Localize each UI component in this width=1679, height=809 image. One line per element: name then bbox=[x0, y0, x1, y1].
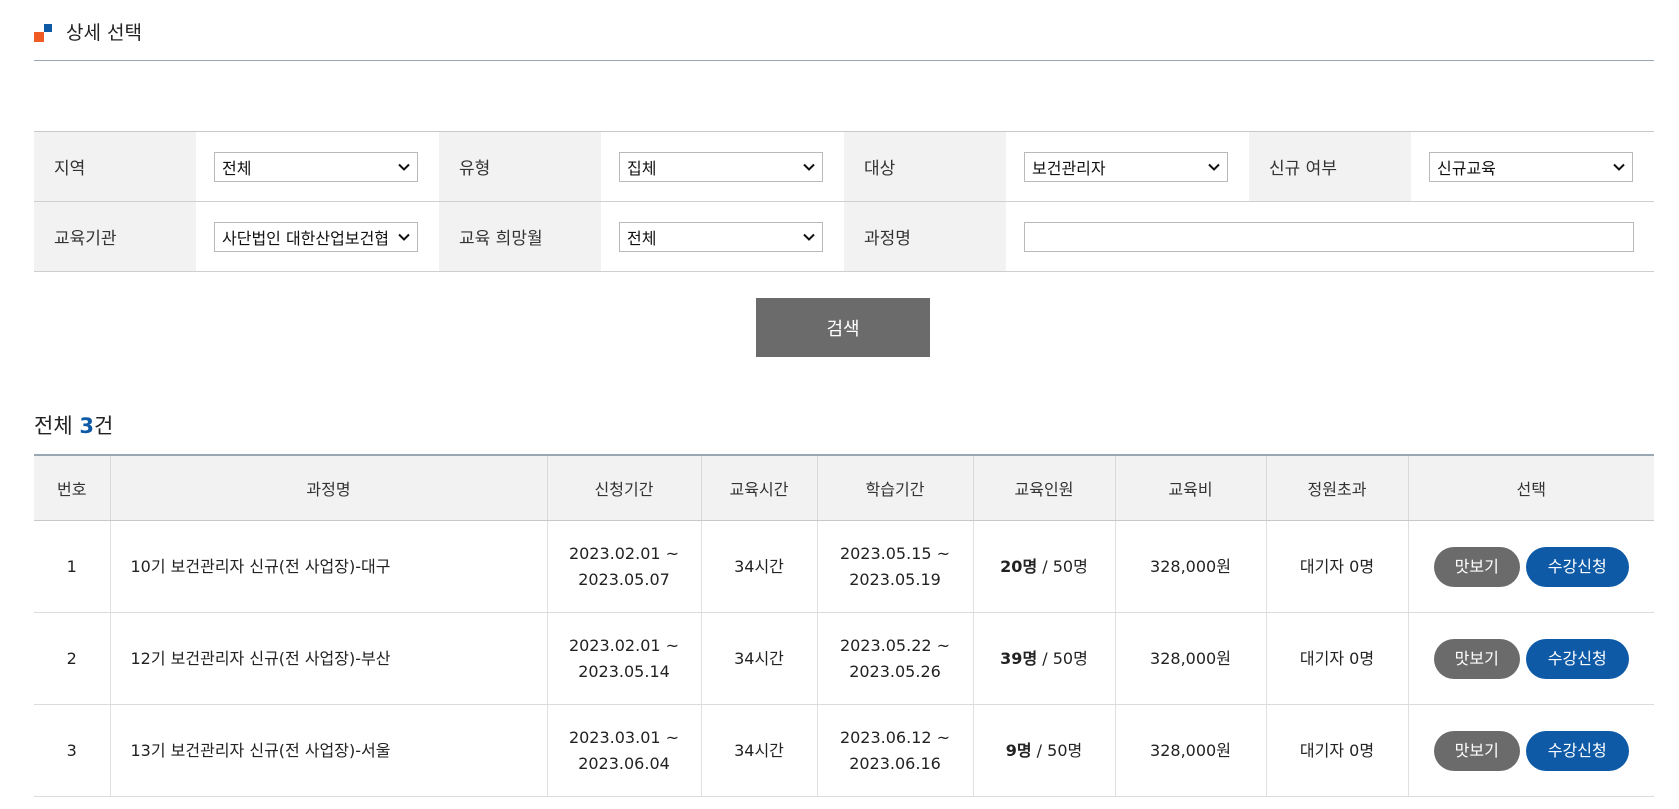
course-name-label: 과정명 bbox=[844, 202, 1006, 271]
apply-button[interactable]: 수강신청 bbox=[1525, 546, 1629, 587]
header-study-period: 학습기간 bbox=[817, 455, 974, 521]
total-count-number: 3 bbox=[79, 414, 94, 438]
chevron-down-icon bbox=[398, 233, 410, 241]
preview-button[interactable]: 맛보기 bbox=[1433, 546, 1520, 587]
header-hours: 교육시간 bbox=[701, 455, 818, 521]
study-period: 2023.05.22 ~2023.05.26 bbox=[817, 612, 974, 705]
type-label: 유형 bbox=[439, 132, 601, 201]
apply-period: 2023.02.01 ~2023.05.07 bbox=[547, 520, 702, 613]
header-no: 번호 bbox=[34, 455, 111, 521]
table-row: 2 12기 보건관리자 신규(전 사업장)-부산 2023.02.01 ~202… bbox=[34, 612, 1654, 705]
filter-row: 지역 전체 유형 집체 대상 보건관리자 신규 여부 신규교육 bbox=[34, 132, 1654, 202]
course-name-input[interactable] bbox=[1024, 221, 1634, 252]
table-header-row: 번호 과정명 신청기간 교육시간 학습기간 교육인원 교육비 정원초과 선택 bbox=[34, 455, 1654, 521]
preview-button[interactable]: 맛보기 bbox=[1433, 730, 1520, 771]
month-label: 교육 희망월 bbox=[439, 202, 601, 271]
course-table: 번호 과정명 신청기간 교육시간 학습기간 교육인원 교육비 정원초과 선택 1… bbox=[34, 454, 1654, 797]
section-bullet-icon bbox=[34, 23, 56, 45]
course-title: 13기 보건관리자 신규(전 사업장)-서울 bbox=[110, 704, 548, 797]
preview-button[interactable]: 맛보기 bbox=[1433, 638, 1520, 679]
fee: 328,000원 bbox=[1115, 612, 1267, 705]
waitlist: 대기자 0명 bbox=[1266, 704, 1409, 797]
filter-table: 지역 전체 유형 집체 대상 보건관리자 신규 여부 신규교육 교육기관 사단법… bbox=[34, 131, 1654, 272]
row-no: 3 bbox=[34, 704, 111, 797]
apply-button[interactable]: 수강신청 bbox=[1525, 730, 1629, 771]
type-select[interactable]: 집체 bbox=[619, 151, 823, 182]
target-label: 대상 bbox=[844, 132, 1006, 201]
table-row: 3 13기 보건관리자 신규(전 사업장)-서울 2023.03.01 ~202… bbox=[34, 704, 1654, 797]
row-actions: 맛보기 수강신청 bbox=[1408, 704, 1654, 797]
study-period: 2023.05.15 ~2023.05.19 bbox=[817, 520, 974, 613]
enrollment: 9명 / 50명 bbox=[973, 704, 1116, 797]
fee: 328,000원 bbox=[1115, 520, 1267, 613]
course-title: 12기 보건관리자 신규(전 사업장)-부산 bbox=[110, 612, 548, 705]
chevron-down-icon bbox=[398, 163, 410, 171]
chevron-down-icon bbox=[1208, 163, 1220, 171]
header-course: 과정명 bbox=[110, 455, 548, 521]
row-actions: 맛보기 수강신청 bbox=[1408, 520, 1654, 613]
institution-label: 교육기관 bbox=[34, 202, 196, 271]
row-no: 2 bbox=[34, 612, 111, 705]
apply-period: 2023.02.01 ~2023.05.14 bbox=[547, 612, 702, 705]
chevron-down-icon bbox=[1613, 163, 1625, 171]
apply-period: 2023.03.01 ~2023.06.04 bbox=[547, 704, 702, 797]
table-row: 1 10기 보건관리자 신규(전 사업장)-대구 2023.02.01 ~202… bbox=[34, 520, 1654, 613]
study-period: 2023.06.12 ~2023.06.16 bbox=[817, 704, 974, 797]
waitlist: 대기자 0명 bbox=[1266, 612, 1409, 705]
header-waitlist: 정원초과 bbox=[1266, 455, 1409, 521]
month-select[interactable]: 전체 bbox=[619, 221, 823, 252]
header-enrollment: 교육인원 bbox=[973, 455, 1116, 521]
enrollment: 20명 / 50명 bbox=[973, 520, 1116, 613]
section-header: 상세 선택 bbox=[34, 20, 1654, 61]
total-count: 전체 3건 bbox=[34, 414, 114, 438]
header-apply-period: 신청기간 bbox=[547, 455, 702, 521]
header-fee: 교육비 bbox=[1115, 455, 1267, 521]
institution-select[interactable]: 사단법인 대한산업보건협 bbox=[214, 221, 418, 252]
row-no: 1 bbox=[34, 520, 111, 613]
hours: 34시간 bbox=[701, 612, 818, 705]
target-select[interactable]: 보건관리자 bbox=[1024, 151, 1228, 182]
fee: 328,000원 bbox=[1115, 704, 1267, 797]
new-flag-label: 신규 여부 bbox=[1249, 132, 1411, 201]
hours: 34시간 bbox=[701, 520, 818, 613]
row-actions: 맛보기 수강신청 bbox=[1408, 612, 1654, 705]
new-flag-select[interactable]: 신규교육 bbox=[1429, 151, 1633, 182]
waitlist: 대기자 0명 bbox=[1266, 520, 1409, 613]
apply-button[interactable]: 수강신청 bbox=[1525, 638, 1629, 679]
chevron-down-icon bbox=[803, 163, 815, 171]
enrollment: 39명 / 50명 bbox=[973, 612, 1116, 705]
chevron-down-icon bbox=[803, 233, 815, 241]
header-select: 선택 bbox=[1408, 455, 1654, 521]
course-title: 10기 보건관리자 신규(전 사업장)-대구 bbox=[110, 520, 548, 613]
filter-row: 교육기관 사단법인 대한산업보건협 교육 희망월 전체 과정명 bbox=[34, 202, 1654, 272]
hours: 34시간 bbox=[701, 704, 818, 797]
region-label: 지역 bbox=[34, 132, 196, 201]
region-select[interactable]: 전체 bbox=[214, 151, 418, 182]
search-button[interactable]: 검색 bbox=[756, 298, 930, 357]
section-title: 상세 선택 bbox=[66, 22, 142, 44]
